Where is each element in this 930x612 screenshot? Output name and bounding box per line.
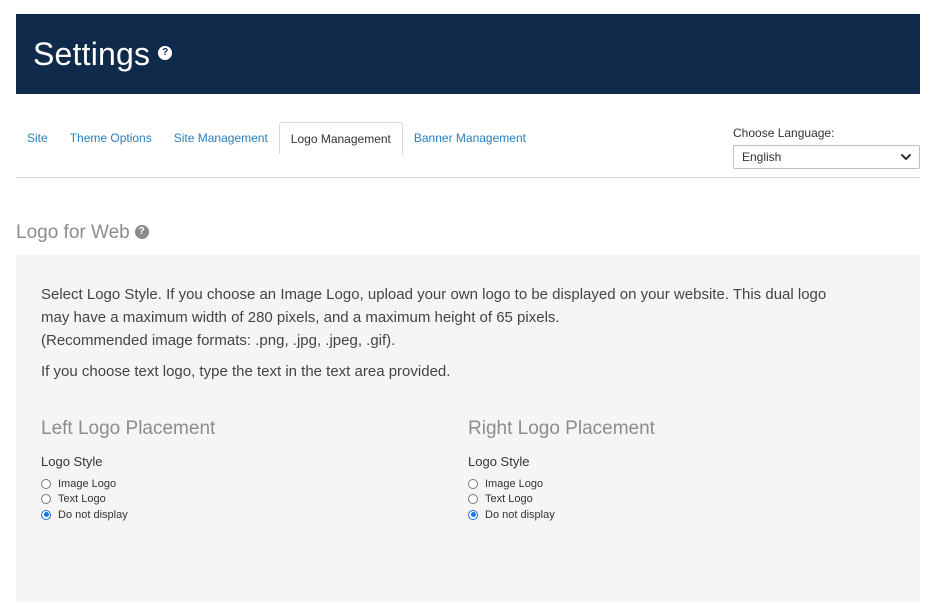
tab-site[interactable]: Site — [16, 122, 59, 154]
tab-site-management[interactable]: Site Management — [163, 122, 279, 154]
language-select[interactable]: English — [733, 145, 920, 169]
tab-banner-management[interactable]: Banner Management — [403, 122, 537, 154]
tab-logo-management[interactable]: Logo Management — [278, 122, 403, 154]
description-line: (Recommended image formats: .png, .jpg, … — [41, 332, 396, 349]
tab-theme-options[interactable]: Theme Options — [59, 122, 163, 154]
right-logo-style-label: Logo Style — [468, 454, 530, 469]
section-heading: Logo for Web ? — [16, 222, 149, 244]
question-circle-icon[interactable]: ? — [134, 225, 149, 239]
description-line: Select Logo Style. If you choose an Imag… — [41, 286, 827, 303]
page-title: Settings — [33, 35, 151, 72]
radio-label: Text Logo — [58, 493, 106, 506]
logo-settings-panel: Select Logo Style. If you choose an Imag… — [16, 255, 920, 602]
left-radio-do-not-display[interactable]: Do not display — [41, 507, 468, 523]
left-logo-placement: Left Logo Placement Logo Style Image Log… — [41, 418, 468, 523]
settings-header: Settings ? — [16, 14, 920, 94]
language-chooser: Choose Language: English — [733, 126, 920, 169]
right-logo-placement: Right Logo Placement Logo Style Image Lo… — [468, 418, 895, 523]
language-selected-value: English — [742, 150, 782, 164]
section-title: Logo for Web — [16, 222, 130, 243]
radio-button[interactable] — [468, 478, 478, 489]
radio-button[interactable] — [468, 494, 478, 505]
radio-label: Do not display — [485, 508, 555, 521]
right-radio-image-logo[interactable]: Image Logo — [468, 476, 895, 492]
section-description: Select Logo Style. If you choose an Imag… — [41, 283, 891, 352]
section-description-2: If you choose text logo, type the text i… — [41, 363, 451, 380]
language-label: Choose Language: — [733, 126, 835, 140]
right-radio-do-not-display[interactable]: Do not display — [468, 507, 895, 523]
radio-button[interactable] — [41, 494, 51, 505]
left-radio-image-logo[interactable]: Image Logo — [41, 476, 468, 492]
tab-bar: Site Theme Options Site Management Logo … — [16, 122, 920, 178]
right-logo-placement-title: Right Logo Placement — [468, 418, 655, 439]
radio-label: Image Logo — [58, 477, 117, 490]
chevron-down-icon — [901, 154, 911, 160]
radio-button[interactable] — [41, 509, 51, 520]
left-radio-text-logo[interactable]: Text Logo — [41, 492, 468, 508]
description-line: may have a maximum width of 280 pixels, … — [41, 309, 560, 326]
radio-label: Text Logo — [485, 493, 533, 506]
left-logo-placement-title: Left Logo Placement — [41, 418, 216, 439]
right-radio-text-logo[interactable]: Text Logo — [468, 492, 895, 508]
radio-button[interactable] — [468, 509, 478, 520]
left-logo-style-label: Logo Style — [41, 454, 103, 469]
question-circle-icon[interactable]: ? — [158, 46, 173, 60]
radio-label: Image Logo — [485, 477, 544, 490]
radio-button[interactable] — [41, 478, 51, 489]
logo-placement-columns: Left Logo Placement Logo Style Image Log… — [41, 418, 901, 523]
tab-list: Site Theme Options Site Management Logo … — [16, 122, 537, 154]
radio-label: Do not display — [58, 508, 128, 521]
